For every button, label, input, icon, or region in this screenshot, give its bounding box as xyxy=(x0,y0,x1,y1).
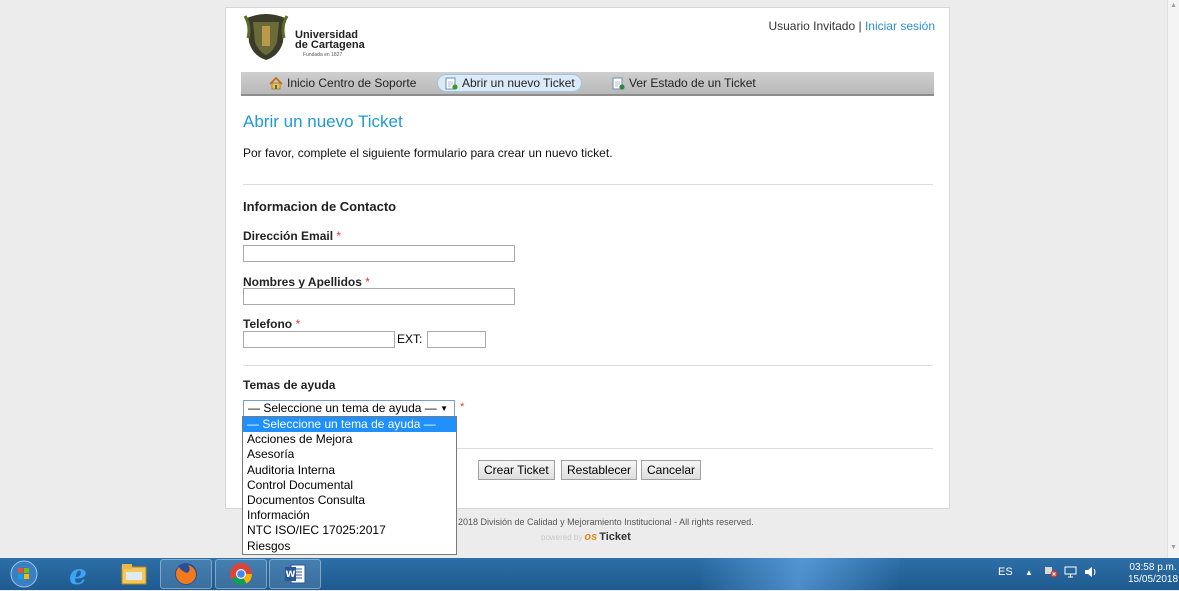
powered-by-label: powered by xyxy=(541,532,583,542)
clock-time: 03:58 p.m. xyxy=(1129,562,1177,573)
monitor-network-icon xyxy=(1064,566,1077,578)
divider xyxy=(243,184,933,185)
nav-ticket-status-label: Ver Estado de un Ticket xyxy=(629,76,756,90)
phone-field[interactable] xyxy=(243,331,395,348)
help-topic-option[interactable]: Control Documental xyxy=(243,478,456,493)
start-button[interactable] xyxy=(0,559,48,589)
folder-icon xyxy=(121,564,147,585)
help-topic-options-list[interactable]: — Seleccione un tema de ayuda — Acciones… xyxy=(242,416,457,555)
chrome-icon xyxy=(230,563,252,585)
main-nav: Inicio Centro de Soporte Abrir un nuevo … xyxy=(241,72,934,96)
help-topic-option[interactable]: Documentos Consulta xyxy=(243,493,456,508)
speaker-icon xyxy=(1085,567,1096,577)
help-topic-selected-value: — Seleccione un tema de ayuda — xyxy=(248,401,437,415)
email-label: Dirección Email * xyxy=(243,229,341,243)
help-topic-option[interactable]: Asesoría xyxy=(243,447,456,462)
cancel-button[interactable]: Cancelar xyxy=(641,460,702,480)
language-indicator[interactable]: ES xyxy=(998,566,1013,578)
required-mark: * xyxy=(295,317,301,331)
volume-icon[interactable] xyxy=(1084,566,1098,581)
help-topic-option[interactable]: Acciones de Mejora xyxy=(243,432,456,447)
reset-button[interactable]: Restablecer xyxy=(561,460,638,480)
svg-text:W: W xyxy=(286,570,296,580)
action-center-icon[interactable] xyxy=(1044,566,1058,581)
help-topic-option[interactable]: Riesgos xyxy=(243,539,456,554)
windows-start-icon xyxy=(10,560,38,588)
page-scrollbar[interactable]: ▲ ▼ xyxy=(1167,0,1179,558)
email-field[interactable] xyxy=(243,245,515,262)
taskbar-glow xyxy=(700,558,900,590)
powered-by-osticket[interactable]: powered by os Ticket xyxy=(541,531,631,543)
firefox-icon xyxy=(175,563,197,585)
taskbar-word[interactable]: W xyxy=(269,559,321,589)
network-icon[interactable] xyxy=(1064,566,1078,581)
taskbar-file-explorer[interactable] xyxy=(108,559,160,589)
user-bar-separator: | xyxy=(858,19,862,33)
internet-explorer-icon: e xyxy=(69,557,87,591)
help-topic-option[interactable]: NTC ISO/IEC 17025:2017 xyxy=(243,523,456,538)
name-label-text: Nombres y Apellidos xyxy=(243,275,362,289)
guest-user-label: Usuario Invitado xyxy=(768,19,856,33)
show-hidden-icons-icon[interactable]: ▲ xyxy=(1025,568,1033,577)
required-mark: * xyxy=(460,401,465,413)
scroll-down-icon[interactable]: ▼ xyxy=(1170,544,1177,551)
taskbar-firefox[interactable] xyxy=(160,559,212,589)
word-icon: W xyxy=(285,564,306,584)
page-title: Abrir un nuevo Ticket xyxy=(243,112,403,131)
contact-section-title: Informacion de Contacto xyxy=(243,199,397,214)
nav-open-ticket-label: Abrir un nuevo Ticket xyxy=(462,76,575,90)
help-topic-option[interactable]: Auditoria Interna xyxy=(243,463,456,478)
nav-home-label: Inicio Centro de Soporte xyxy=(287,76,417,90)
osticket-brand-ticket: Ticket xyxy=(599,531,631,543)
dropdown-arrow-icon: ▼ xyxy=(440,404,448,413)
help-topic-option[interactable]: Información xyxy=(243,508,456,523)
logo-text-line3: Fundada en 1827 xyxy=(303,52,343,58)
university-logo[interactable]: Universidad de Cartagena Fundada en 1827 xyxy=(243,12,383,68)
crest-icon xyxy=(243,14,289,60)
help-topic-select[interactable]: — Seleccione un tema de ayuda — ▼ xyxy=(243,400,455,417)
new-ticket-icon xyxy=(445,77,458,90)
nav-open-ticket[interactable]: Abrir un nuevo Ticket xyxy=(437,74,582,92)
nav-ticket-status[interactable]: Ver Estado de un Ticket xyxy=(605,75,762,91)
home-icon xyxy=(269,76,283,89)
name-label: Nombres y Apellidos * xyxy=(243,275,370,289)
intro-text: Por favor, complete el siguiente formula… xyxy=(243,146,613,160)
clock-date: 15/05/2018 xyxy=(1128,574,1179,585)
scroll-up-icon[interactable]: ▲ xyxy=(1170,2,1177,9)
create-ticket-button[interactable]: Crear Ticket xyxy=(478,460,555,480)
taskbar-internet-explorer[interactable]: e xyxy=(52,557,104,591)
logo-text-line2: de Cartagena xyxy=(295,39,365,51)
osticket-brand-os: os xyxy=(584,531,598,543)
login-link[interactable]: Iniciar sesión xyxy=(865,19,935,33)
nav-home[interactable]: Inicio Centro de Soporte xyxy=(263,75,422,91)
taskbar-chrome[interactable] xyxy=(215,559,267,589)
divider xyxy=(243,365,933,366)
extension-field[interactable] xyxy=(427,331,486,348)
full-name-field[interactable] xyxy=(243,288,515,305)
flag-alert-icon xyxy=(1045,567,1058,578)
phone-label-text: Telefono xyxy=(243,317,293,331)
footer-copyright: 2018 División de Calidad y Mejoramiento … xyxy=(458,517,754,527)
help-topic-option[interactable]: — Seleccione un tema de ayuda — xyxy=(243,417,456,433)
required-mark: * xyxy=(336,229,342,243)
ticket-status-icon xyxy=(612,77,625,90)
user-bar: Usuario Invitado | Iniciar sesión xyxy=(768,19,935,33)
phone-label: Telefono * xyxy=(243,317,300,331)
help-topics-title: Temas de ayuda xyxy=(243,378,336,392)
required-mark: * xyxy=(365,275,370,289)
email-label-text: Dirección Email xyxy=(243,229,334,243)
system-clock[interactable]: 03:58 p.m. 15/05/2018 xyxy=(1128,562,1178,586)
ext-label: EXT: xyxy=(397,332,423,346)
